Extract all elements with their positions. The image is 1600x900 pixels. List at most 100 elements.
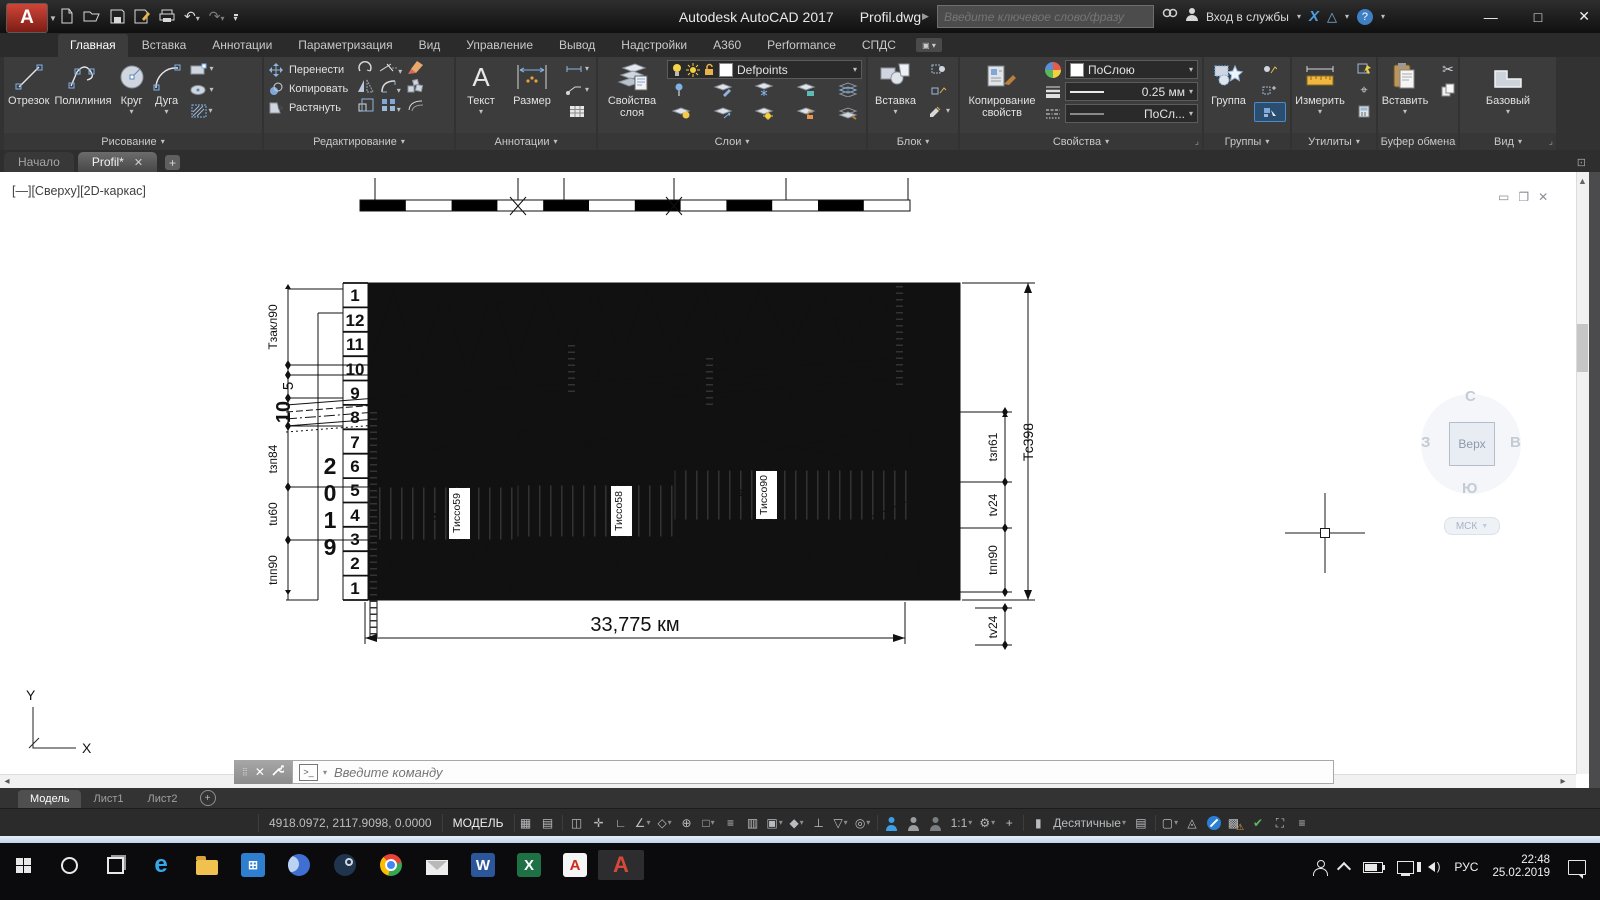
search-input[interactable] (938, 10, 1153, 24)
table-icon[interactable] (562, 102, 592, 120)
annotation-scale-sync-icon[interactable]: ⚙▾ (976, 813, 998, 833)
quick-properties-icon[interactable]: ▤ (1130, 813, 1152, 833)
annotation-visibility-icon[interactable] (881, 813, 903, 833)
graphics-performance-icon[interactable]: ▩⚠ (1225, 813, 1247, 833)
qat-customize-icon[interactable]: ▾ (234, 9, 238, 23)
annotation-scale-people-icon[interactable] (925, 813, 947, 833)
match-properties-button[interactable]: Копирование свойств (964, 60, 1040, 133)
layer-combo-caret-icon[interactable]: ▾ (853, 66, 857, 74)
new-drawing-tab-icon[interactable]: + (165, 155, 180, 170)
dim-style-icon[interactable]: ▾ (562, 60, 592, 78)
new-file-icon[interactable] (60, 8, 74, 24)
layer-unlock-icon[interactable] (796, 105, 816, 125)
group-edit-icon[interactable] (1254, 81, 1284, 99)
units-selector[interactable]: Десятичные▾ (1049, 813, 1130, 833)
text-caret-icon[interactable]: ▾ (479, 108, 483, 116)
units-ruler-icon[interactable]: ▮ (1027, 813, 1049, 833)
isolate-objects-icon[interactable]: ◬ (1181, 813, 1203, 833)
viewport-controls-label[interactable]: [—][Сверху][2D-каркас] (12, 184, 146, 198)
polar-tracking-icon[interactable]: ∠▾ (632, 813, 654, 833)
tab-addins[interactable]: Надстройки (609, 34, 699, 57)
vp-restore-icon[interactable]: ❐ (1518, 190, 1529, 204)
acrobat-app-button[interactable]: A (552, 850, 598, 880)
excel-app-button[interactable]: X (506, 850, 552, 880)
osnap-3d-icon[interactable]: ◆▾ (786, 813, 808, 833)
explode-icon[interactable] (407, 79, 424, 98)
annotation-autoscale-icon[interactable] (903, 813, 925, 833)
linetype-combo[interactable]: ПоСл... ▾ (1065, 104, 1198, 123)
layer-walk-icon[interactable] (713, 105, 733, 125)
wcs-menu[interactable]: МСК▼ (1444, 517, 1500, 535)
layers-expand-icon[interactable]: ▾ (745, 138, 749, 146)
osnap-tracking-icon[interactable]: ⊕ (676, 813, 698, 833)
maximize-button[interactable]: □ (1534, 9, 1542, 25)
move-button[interactable]: Перенести (268, 60, 348, 79)
tray-clock[interactable]: 22:48 25.02.2019 (1492, 854, 1550, 880)
copy-button[interactable]: Копировать (268, 79, 348, 98)
grid-display-icon[interactable]: ▦ (515, 813, 537, 833)
word-app-button[interactable]: W (460, 850, 506, 880)
text-button[interactable]: A Текст ▾ (460, 60, 502, 133)
tab-spds[interactable]: СПДС (850, 34, 908, 57)
autocad-logo[interactable]: A (6, 3, 48, 33)
sign-in-caret-icon[interactable]: ▾ (1297, 13, 1301, 21)
scroll-left-icon[interactable]: ◂ (0, 774, 14, 788)
panel-title-clipboard[interactable]: Буфер обмена (1378, 133, 1458, 150)
vp-close-icon[interactable]: ✕ (1538, 190, 1548, 204)
tab-insert[interactable]: Вставка (130, 34, 199, 57)
tab-output[interactable]: Вывод (547, 34, 607, 57)
close-button[interactable]: ✕ (1578, 8, 1590, 25)
copy-clip-icon[interactable] (1433, 81, 1463, 99)
store-app-button[interactable]: ⊞ (230, 850, 276, 880)
erase-icon[interactable] (407, 60, 424, 80)
vertical-scroll-thumb[interactable] (1577, 324, 1588, 372)
undo-icon[interactable]: ↶▾ (184, 9, 200, 23)
scroll-up-icon[interactable]: ▲ (1576, 174, 1589, 188)
layer-edit-icon[interactable] (713, 82, 733, 102)
properties-dialog-launcher-icon[interactable]: ⌟ (1195, 136, 1199, 147)
action-center-icon[interactable] (1568, 860, 1586, 875)
task-view-button[interactable] (92, 850, 138, 880)
close-tab-icon[interactable]: ✕ (134, 156, 143, 169)
ellipse-tool-icon[interactable]: ▾ (187, 81, 217, 99)
tab-annotate[interactable]: Аннотации (200, 34, 284, 57)
ungroup-icon[interactable] (1254, 60, 1284, 78)
start-button[interactable] (0, 850, 46, 880)
annotation-scale-value[interactable]: 1:1▾ (947, 813, 977, 833)
layer-combo[interactable]: Defpoints ▾ (667, 60, 862, 79)
layout-tab-list2[interactable]: Лист2 (136, 790, 190, 808)
offset-icon[interactable] (407, 98, 424, 117)
user-icon[interactable] (1186, 7, 1198, 26)
group-button[interactable]: Группа (1208, 60, 1249, 133)
arc-button[interactable]: Дуга ▾ (152, 60, 182, 133)
plot-icon[interactable] (159, 9, 175, 23)
cut-icon[interactable]: ✂ (1433, 60, 1463, 78)
viewcube-north[interactable]: С (1465, 388, 1476, 405)
fillet-icon[interactable]: ▾ (381, 79, 401, 98)
panel-title-utilities[interactable]: Утилиты▾ (1292, 133, 1376, 150)
add-annotation-scales-icon[interactable]: + (998, 813, 1020, 833)
search-icon[interactable] (1162, 7, 1178, 26)
viewcube-west[interactable]: З (1421, 434, 1430, 451)
stretch-button[interactable]: Растянуть (268, 98, 348, 117)
layer-properties-button[interactable]: Свойства слоя (602, 60, 662, 133)
autocad-app-button[interactable]: A (598, 850, 644, 880)
base-view-button[interactable]: Базовый ▾ (1480, 60, 1536, 133)
viewcube-top-face[interactable]: Верх (1449, 422, 1495, 466)
tab-view[interactable]: Вид (407, 34, 453, 57)
steam-app-button[interactable] (322, 850, 368, 880)
help-icon[interactable]: ? (1357, 9, 1373, 25)
file-tab-profil[interactable]: Profil*✕ (78, 152, 157, 172)
command-input[interactable] (332, 764, 1327, 781)
base-view-caret-icon[interactable]: ▾ (1506, 108, 1510, 116)
draw-expand-icon[interactable]: ▾ (161, 138, 165, 146)
scroll-right-icon[interactable]: ▸ (1556, 774, 1570, 788)
tab-a360[interactable]: A360 (701, 34, 753, 57)
file-tab-start[interactable]: Начало (4, 152, 74, 172)
annotation-expand-icon[interactable]: ▾ (553, 138, 557, 146)
app-menu-caret-icon[interactable]: ▼ (49, 14, 57, 23)
scale-icon[interactable] (358, 98, 374, 117)
transparency-icon[interactable]: ▥ (742, 813, 764, 833)
panel-title-groups[interactable]: Группы▾ (1204, 133, 1290, 150)
paste-button[interactable]: Вставить ▾ (1382, 60, 1428, 133)
